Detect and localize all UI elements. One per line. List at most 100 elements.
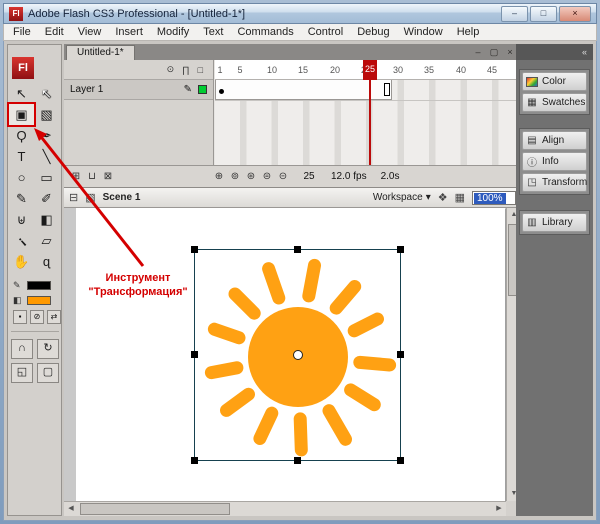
menu-debug[interactable]: Debug bbox=[350, 25, 396, 39]
lock-layers-icon[interactable]: ∏ bbox=[182, 65, 189, 75]
rotate-skew-option[interactable]: ↻ bbox=[37, 339, 59, 359]
menu-window[interactable]: Window bbox=[397, 25, 450, 39]
frame-rate-value[interactable]: 12.0 fps bbox=[331, 171, 367, 182]
zoom-input[interactable]: 100% bbox=[472, 190, 516, 205]
brush-tool[interactable]: ✐ bbox=[34, 188, 59, 209]
back-icon[interactable]: ⊟ bbox=[69, 191, 78, 204]
hand-tool[interactable]: ✋ bbox=[9, 251, 34, 272]
eraser-tool[interactable]: ▱ bbox=[34, 230, 59, 251]
selection-tool[interactable]: ↖ bbox=[9, 83, 34, 104]
frames-area[interactable]: 1 5 10 15 20 25 30 35 40 45 bbox=[215, 60, 521, 165]
edit-scene-icon[interactable]: ▦ bbox=[455, 191, 465, 204]
scene-name[interactable]: Scene 1 bbox=[103, 192, 141, 203]
close-button[interactable]: × bbox=[559, 5, 591, 22]
document-restore-button[interactable]: ▢ bbox=[488, 47, 500, 58]
document-tab[interactable]: Untitled-1* bbox=[66, 44, 135, 60]
stroke-color-swatch[interactable] bbox=[27, 281, 51, 290]
pencil-tool[interactable]: ✎ bbox=[9, 188, 34, 209]
collapse-dock-icon[interactable]: « bbox=[582, 47, 587, 57]
pen-tool[interactable]: ✒ bbox=[34, 125, 59, 146]
panel-button-align[interactable]: ▤ Align bbox=[522, 131, 587, 150]
lasso-tool-icon: Ϙ bbox=[16, 128, 27, 143]
free-transform-tool[interactable]: ▣ bbox=[9, 104, 34, 125]
transform-handle-middle-left[interactable] bbox=[191, 351, 198, 358]
eyedropper-tool-icon: ¡ bbox=[14, 233, 29, 248]
horizontal-scroll-thumb[interactable] bbox=[80, 503, 230, 515]
eyedropper-tool[interactable]: ¡ bbox=[9, 230, 34, 251]
menu-view[interactable]: View bbox=[71, 25, 109, 39]
subselection-tool[interactable]: ↖ bbox=[34, 83, 59, 104]
minimize-button[interactable]: – bbox=[501, 5, 528, 22]
workspace-dropdown[interactable]: Workspace ▾ bbox=[373, 192, 431, 203]
zoom-tool[interactable]: ɋ bbox=[34, 251, 59, 272]
ink-bottle-tool[interactable]: ⊎ bbox=[9, 209, 34, 230]
gradient-transform-tool-icon: ▧ bbox=[40, 106, 53, 122]
transform-center-point[interactable] bbox=[292, 350, 303, 360]
menu-edit[interactable]: Edit bbox=[38, 25, 71, 39]
document-minimize-button[interactable]: – bbox=[472, 47, 484, 58]
edit-multiple-frames-button[interactable]: ⊜ bbox=[259, 171, 275, 182]
dock-group-align: ▤ Align ⓘ Info ◳ Transform bbox=[519, 128, 590, 195]
transform-handle-top-middle[interactable] bbox=[293, 246, 301, 253]
panel-button-info[interactable]: ⓘ Info bbox=[522, 152, 587, 171]
envelope-option[interactable]: ▢ bbox=[37, 363, 59, 383]
layer-frame-span[interactable] bbox=[215, 80, 392, 100]
text-tool[interactable]: T bbox=[9, 146, 34, 167]
line-tool[interactable]: ╲ bbox=[34, 146, 59, 167]
menu-control[interactable]: Control bbox=[301, 25, 350, 39]
maximize-button[interactable]: □ bbox=[530, 5, 557, 22]
scroll-left-arrow[interactable]: ◀ bbox=[64, 502, 78, 516]
panel-button-swatches[interactable]: ▦ Swatches bbox=[522, 93, 587, 112]
menu-commands[interactable]: Commands bbox=[230, 25, 300, 39]
lasso-tool[interactable]: Ϙ bbox=[9, 125, 34, 146]
layer-row[interactable]: Layer 1 ✎ bbox=[64, 80, 213, 100]
fill-color-swatch[interactable] bbox=[27, 296, 51, 305]
document-close-button[interactable]: × bbox=[504, 47, 516, 58]
insert-folder-button[interactable]: ⊔ bbox=[84, 171, 100, 182]
menu-modify[interactable]: Modify bbox=[150, 25, 196, 39]
playhead-marker[interactable]: 25 bbox=[363, 60, 377, 80]
menu-insert[interactable]: Insert bbox=[108, 25, 150, 39]
oval-tool[interactable]: ○ bbox=[9, 167, 34, 188]
transform-handle-bottom-right[interactable] bbox=[397, 457, 404, 464]
delete-layer-button[interactable]: ⊠ bbox=[100, 171, 116, 182]
menu-help[interactable]: Help bbox=[450, 25, 487, 39]
stage-pasteboard[interactable]: ▲ ▼ ◀ ▶ bbox=[64, 208, 521, 516]
panel-button-color[interactable]: Color bbox=[522, 72, 587, 91]
transform-handle-middle-right[interactable] bbox=[397, 351, 404, 358]
black-and-white-button[interactable]: ▪ bbox=[13, 310, 27, 324]
paint-bucket-tool[interactable]: ◧ bbox=[34, 209, 59, 230]
oval-tool-icon: ○ bbox=[17, 170, 26, 185]
transform-handle-top-right[interactable] bbox=[397, 246, 404, 253]
no-color-button[interactable]: ⊘ bbox=[30, 310, 44, 324]
scroll-right-arrow[interactable]: ▶ bbox=[492, 502, 506, 516]
title-bar[interactable]: Fl Adobe Flash CS3 Professional - [Untit… bbox=[3, 3, 597, 24]
panel-button-transform[interactable]: ◳ Transform bbox=[522, 173, 587, 192]
gradient-transform-tool[interactable]: ▧ bbox=[34, 104, 59, 125]
transform-handle-bottom-middle[interactable] bbox=[293, 457, 301, 464]
center-frame-button[interactable]: ⊕ bbox=[211, 171, 227, 182]
swap-colors-button[interactable]: ⇄ bbox=[47, 310, 61, 324]
transform-handle-top-left[interactable] bbox=[191, 246, 198, 253]
menu-file[interactable]: File bbox=[6, 25, 38, 39]
outline-layers-icon[interactable]: □ bbox=[198, 65, 203, 75]
scale-option[interactable]: ◱ bbox=[11, 363, 33, 383]
modify-onion-markers-button[interactable]: ⊝ bbox=[275, 171, 291, 182]
transform-selection-box[interactable] bbox=[191, 246, 404, 464]
stage-canvas[interactable] bbox=[76, 208, 505, 501]
onion-skin-outlines-button[interactable]: ⊛ bbox=[243, 171, 259, 182]
onion-skin-button[interactable]: ⊚ bbox=[227, 171, 243, 182]
document-area: Untitled-1* – ▢ × ⊙ ∏ □ Layer 1 ✎ 1 5 10… bbox=[64, 44, 521, 516]
insert-layer-button[interactable]: ⊞ bbox=[68, 171, 84, 182]
menu-text[interactable]: Text bbox=[196, 25, 230, 39]
show-hide-layers-icon[interactable]: ⊙ bbox=[167, 64, 175, 75]
edit-symbols-icon[interactable]: ❖ bbox=[438, 191, 448, 204]
transform-handle-bottom-left[interactable] bbox=[191, 457, 198, 464]
panel-button-library[interactable]: ▥ Library bbox=[522, 213, 587, 232]
window-title: Adobe Flash CS3 Professional - [Untitled… bbox=[28, 7, 246, 20]
snap-to-objects-option[interactable]: ∩ bbox=[11, 339, 33, 359]
horizontal-scrollbar[interactable]: ◀ ▶ bbox=[64, 501, 506, 516]
layer-outline-color-swatch[interactable] bbox=[198, 85, 207, 94]
rectangle-tool[interactable]: ▭ bbox=[34, 167, 59, 188]
layer-name[interactable]: Layer 1 bbox=[70, 84, 178, 95]
